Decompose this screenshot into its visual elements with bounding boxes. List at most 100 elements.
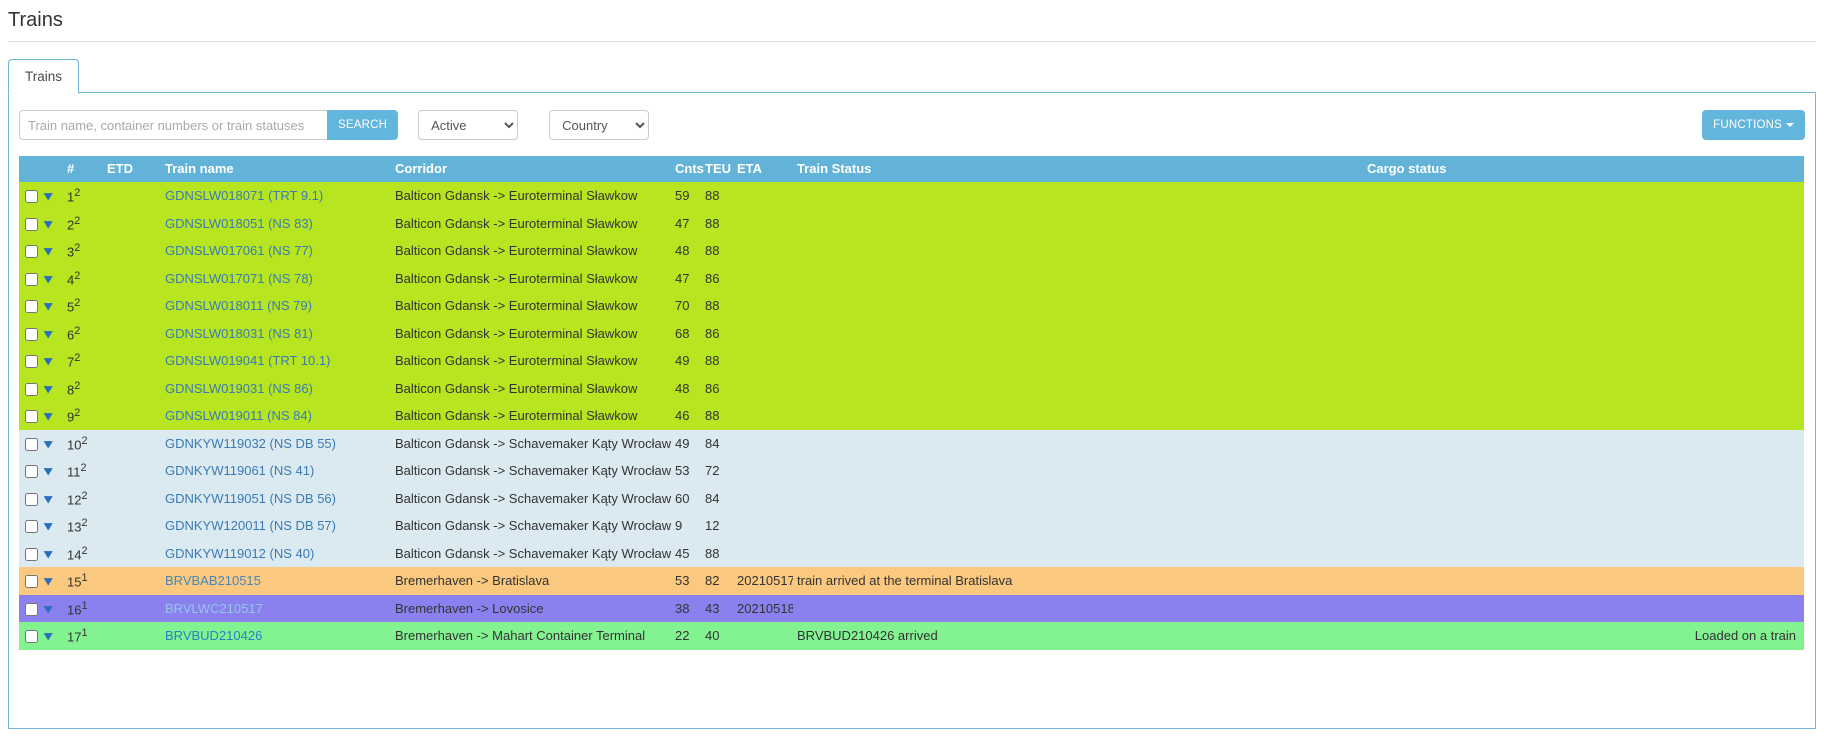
train-name-link[interactable]: GDNSLW018071 (TRT 9.1) [165,188,323,203]
row-expand-cell[interactable]: ▾ [41,347,63,375]
chevron-down-icon[interactable]: ▾ [44,189,52,202]
row-checkbox[interactable] [25,630,38,644]
row-expand-cell[interactable]: ▾ [41,319,63,347]
row-checkbox[interactable] [25,547,38,561]
train-name-link[interactable]: GDNSLW018031 (NS 81) [165,326,313,341]
train-name-link[interactable]: GDNKYW119051 (NS DB 56) [165,491,336,506]
row-select-cell[interactable] [19,594,41,622]
table-row[interactable]: ▾ 112 GDNKYW119061 (NS 41) Balticon Gdansk … [19,457,1804,485]
row-select-cell[interactable] [19,292,41,320]
table-row[interactable]: ▾ 32 GDNSLW017061 (NS 77) Balticon Gdansk -… [19,237,1804,265]
th-cargo-status[interactable]: Cargo status [1363,156,1804,182]
table-row[interactable]: ▾ 22 GDNSLW018051 (NS 83) Balticon Gdansk -… [19,209,1804,237]
row-checkbox[interactable] [25,190,38,204]
row-expand-cell[interactable]: ▾ [41,182,63,210]
train-name-link[interactable]: GDNSLW019011 (NS 84) [165,408,312,423]
row-select-cell[interactable] [19,457,41,485]
table-row[interactable]: ▾ 161 BRVLWC210517 Bremerhaven -> Lovosice 3… [19,594,1804,622]
row-select-cell[interactable] [19,374,41,402]
chevron-down-icon[interactable]: ▾ [44,547,52,560]
tab-trains[interactable]: Trains [8,59,80,94]
row-select-cell[interactable] [19,319,41,347]
train-name-link[interactable]: BRVLWC210517 [165,601,263,616]
row-select-cell[interactable] [19,237,41,265]
table-row[interactable]: ▾ 151 BRVBAB210515 Bremerhaven -> Bratislav… [19,567,1804,595]
train-name-link[interactable]: GDNSLW018051 (NS 83) [165,216,313,231]
row-select-cell[interactable] [19,512,41,540]
row-checkbox[interactable] [25,300,38,314]
row-expand-cell[interactable]: ▾ [41,567,63,595]
chevron-down-icon[interactable]: ▾ [44,409,52,422]
row-expand-cell[interactable]: ▾ [41,237,63,265]
chevron-down-icon[interactable]: ▾ [44,299,52,312]
row-checkbox[interactable] [25,520,38,534]
chevron-down-icon[interactable]: ▾ [44,217,52,230]
row-expand-cell[interactable]: ▾ [41,402,63,430]
train-name-link[interactable]: GDNKYW119032 (NS DB 55) [165,436,336,451]
row-expand-cell[interactable]: ▾ [41,539,63,567]
row-checkbox[interactable] [25,465,38,479]
table-row[interactable]: ▾ 42 GDNSLW017071 (NS 78) Balticon Gdansk -… [19,264,1804,292]
table-row[interactable]: ▾ 142 GDNKYW119012 (NS 40) Balticon Gdansk … [19,539,1804,567]
train-name-link[interactable]: BRVBAB210515 [165,573,261,588]
train-name-link[interactable]: GDNSLW017071 (NS 78) [165,271,313,286]
row-expand-cell[interactable]: ▾ [41,484,63,512]
row-select-cell[interactable] [19,622,41,650]
th-train-status[interactable]: Train Status [793,156,1363,182]
row-select-cell[interactable] [19,429,41,457]
row-select-cell[interactable] [19,347,41,375]
table-row[interactable]: ▾ 92 GDNSLW019011 (NS 84) Balticon Gdansk -… [19,402,1804,430]
th-number[interactable]: # [63,156,103,182]
chevron-down-icon[interactable]: ▾ [44,382,52,395]
country-filter-select[interactable]: Country [549,110,650,140]
train-name-link[interactable]: GDNKYW119012 (NS 40) [165,546,314,561]
row-expand-cell[interactable]: ▾ [41,512,63,540]
chevron-down-icon[interactable]: ▾ [44,519,52,532]
search-button[interactable]: SEARCH [327,110,399,140]
chevron-down-icon[interactable]: ▾ [44,327,52,340]
chevron-down-icon[interactable]: ▾ [44,602,52,615]
table-row[interactable]: ▾ 122 GDNKYW119051 (NS DB 56) Balticon Gdan… [19,484,1804,512]
row-expand-cell[interactable]: ▾ [41,374,63,402]
th-eta[interactable]: ETA [733,156,793,182]
row-expand-cell[interactable]: ▾ [41,264,63,292]
row-expand-cell[interactable]: ▾ [41,209,63,237]
train-name-link[interactable]: GDNKYW119061 (NS 41) [165,463,314,478]
chevron-down-icon[interactable]: ▾ [44,437,52,450]
row-select-cell[interactable] [19,209,41,237]
train-name-link[interactable]: GDNSLW019031 (NS 86) [165,381,313,396]
functions-button[interactable]: FUNCTIONS [1702,110,1805,140]
row-checkbox[interactable] [25,217,38,231]
chevron-down-icon[interactable]: ▾ [44,354,52,367]
row-select-cell[interactable] [19,182,41,210]
train-name-link[interactable]: GDNSLW019041 (TRT 10.1) [165,353,330,368]
row-select-cell[interactable] [19,567,41,595]
row-expand-cell[interactable]: ▾ [41,622,63,650]
train-name-link[interactable]: GDNSLW018011 (NS 79) [165,298,312,313]
th-train-name[interactable]: Train name [161,156,391,182]
row-expand-cell[interactable]: ▾ [41,292,63,320]
table-row[interactable]: ▾ 62 GDNSLW018031 (NS 81) Balticon Gdansk -… [19,319,1804,347]
chevron-down-icon[interactable]: ▾ [44,574,52,587]
train-name-link[interactable]: GDNKYW120011 (NS DB 57) [165,518,336,533]
chevron-down-icon[interactable]: ▾ [44,492,52,505]
row-expand-cell[interactable]: ▾ [41,594,63,622]
th-cnts[interactable]: Cnts [671,156,704,182]
row-checkbox[interactable] [25,327,38,341]
chevron-down-icon[interactable]: ▾ [44,272,52,285]
row-select-cell[interactable] [19,539,41,567]
search-input[interactable] [19,110,327,140]
row-checkbox[interactable] [25,272,38,286]
row-select-cell[interactable] [19,484,41,512]
th-corridor[interactable]: Corridor [391,156,671,182]
row-checkbox[interactable] [25,355,38,369]
th-teu[interactable]: TEU [701,156,733,182]
th-etd[interactable]: ETD [103,156,161,182]
row-select-cell[interactable] [19,264,41,292]
chevron-down-icon[interactable]: ▾ [44,464,52,477]
table-row[interactable]: ▾ 132 GDNKYW120011 (NS DB 57) Balticon Gdan… [19,512,1804,540]
table-row[interactable]: ▾ 72 GDNSLW019041 (TRT 10.1) Balticon Gdans… [19,347,1804,375]
table-row[interactable]: ▾ 82 GDNSLW019031 (NS 86) Balticon Gdansk -… [19,374,1804,402]
table-row[interactable]: ▾ 171 BRVBUD210426 Bremerhaven -> Mahart Co… [19,622,1804,650]
table-row[interactable]: ▾ 102 GDNKYW119032 (NS DB 55) Balticon Gdan… [19,429,1804,457]
